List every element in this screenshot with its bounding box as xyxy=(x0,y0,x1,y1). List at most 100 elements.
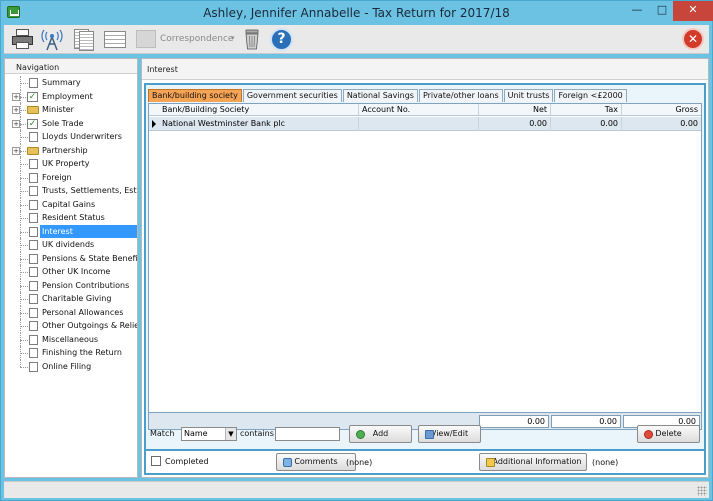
sidebar-item-label: Personal Allowances xyxy=(42,307,124,317)
sidebar-item-online-filing[interactable]: Online Filing xyxy=(5,359,137,374)
view-edit-button[interactable]: View/Edit xyxy=(418,425,481,443)
sidebar-item-label: Trusts, Settlements, Est... xyxy=(42,186,137,195)
sidebar-item-pensions-state-benefits[interactable]: Pensions & State Benefits xyxy=(5,251,137,265)
recycle-bin-icon[interactable] xyxy=(241,28,263,51)
cell-gross: 0.00 xyxy=(680,119,698,128)
sidebar-item-lloyds-underwriters[interactable]: Lloyds Underwriters xyxy=(5,130,137,144)
navigation-tree: Summary + ✓ Employment + Minister + ✓ Sole Trade… xyxy=(5,76,137,373)
sidebar-item-label: Resident Status xyxy=(42,213,105,222)
delete-button-label: Delete xyxy=(655,429,682,438)
tab-private-other-loans[interactable]: Private/other loans xyxy=(418,89,503,102)
sidebar-item-uk-property[interactable]: UK Property xyxy=(5,157,137,171)
tree-guide xyxy=(20,83,28,84)
sidebar-item-label: Miscellaneous xyxy=(42,334,99,344)
tab-foreign-2000[interactable]: Foreign <£2000 xyxy=(554,89,627,102)
sidebar-item-summary[interactable]: Summary xyxy=(5,76,137,90)
maximize-button[interactable]: □ xyxy=(650,1,674,21)
minimize-button[interactable]: — xyxy=(625,1,649,21)
completed-checkbox[interactable] xyxy=(151,456,161,466)
tab-unit-trusts[interactable]: Unit trusts xyxy=(503,89,554,102)
sidebar-item-miscellaneous[interactable]: Miscellaneous xyxy=(5,332,137,346)
add-icon xyxy=(356,430,365,439)
sidebar-item-partnership[interactable]: + Partnership xyxy=(5,143,137,157)
document-icon xyxy=(29,172,38,183)
correspondence-menu[interactable]: Correspondence ▾ xyxy=(136,28,235,51)
column-header-gross[interactable]: Gross xyxy=(622,104,701,116)
sidebar-item-label: Lloyds Underwriters xyxy=(42,132,122,141)
sidebar-item-other-outgoings-relie[interactable]: Other Outgoings & Relie... xyxy=(5,319,137,333)
tree-guide xyxy=(20,204,28,206)
forms-icon[interactable] xyxy=(74,28,96,51)
sidebar-item-label: Charitable Giving xyxy=(42,294,112,303)
tree-guide xyxy=(20,299,28,300)
check-icon: ✓ xyxy=(27,118,38,129)
sidebar-item-foreign[interactable]: Foreign xyxy=(5,170,137,184)
expand-icon[interactable]: + xyxy=(12,119,20,128)
sidebar-item-charitable-giving[interactable]: Charitable Giving xyxy=(5,292,137,306)
sidebar-item-trusts-settlements-est[interactable]: Trusts, Settlements, Est... xyxy=(5,184,137,198)
cell-tax: 0.00 xyxy=(551,117,622,131)
close-window-button[interactable]: ✕ xyxy=(673,1,713,21)
table-row[interactable]: National Westminster Bank plc 0.00 0.00 … xyxy=(149,117,701,131)
additional-information-button[interactable]: Additional Information xyxy=(479,453,587,471)
sidebar-item-pension-contributions[interactable]: Pension Contributions xyxy=(5,278,137,292)
sidebar-item-capital-gains[interactable]: Capital Gains xyxy=(5,197,137,211)
sidebar-item-personal-allowances[interactable]: Personal Allowances xyxy=(5,305,137,319)
match-field-select[interactable]: Name ▼ xyxy=(181,427,237,441)
tab-bank-building-society[interactable]: Bank/building society xyxy=(148,89,242,102)
document-icon xyxy=(29,132,38,142)
sidebar-item-sole-trade[interactable]: + ✓ Sole Trade xyxy=(5,116,137,130)
correspondence-label: Correspondence xyxy=(160,34,234,44)
tab-national-savings[interactable]: National Savings xyxy=(342,89,418,102)
sidebar-item-label: Employment xyxy=(42,91,93,101)
exit-button[interactable]: ✕ xyxy=(682,28,704,51)
document-icon xyxy=(29,240,38,250)
sidebar-item-interest[interactable]: Interest xyxy=(5,224,137,238)
expand-icon[interactable]: + xyxy=(12,92,20,101)
sidebar-item-label: Pensions & State Benefits xyxy=(42,253,137,263)
additional-information-status: (none) xyxy=(592,458,619,467)
tree-guide xyxy=(20,359,21,367)
tree-guide xyxy=(20,137,28,138)
sidebar-item-resident-status[interactable]: Resident Status xyxy=(5,211,137,225)
add-button[interactable]: Add xyxy=(349,425,412,443)
comments-button[interactable]: Comments xyxy=(276,453,356,471)
column-header-account[interactable]: Account No. xyxy=(359,104,479,116)
tree-guide xyxy=(20,312,28,314)
resize-grip-icon[interactable] xyxy=(697,486,707,496)
expand-icon[interactable]: + xyxy=(12,106,20,114)
sidebar-item-employment[interactable]: + ✓ Employment xyxy=(5,89,137,103)
sidebar-item-label: Interest xyxy=(40,224,137,238)
sidebar-item-label: Sole Trade xyxy=(42,118,84,128)
delete-button[interactable]: Delete xyxy=(637,425,700,443)
title-bar: Ashley, Jennifer Annabelle - Tax Return … xyxy=(1,1,713,25)
print-icon[interactable] xyxy=(12,28,34,51)
exit-icon: ✕ xyxy=(682,28,704,50)
tree-guide xyxy=(20,231,28,233)
column-header-bank[interactable]: Bank/Building Society xyxy=(159,104,359,116)
column-header-net[interactable]: Net xyxy=(479,104,551,116)
sidebar-item-label: Online Filing xyxy=(42,361,92,371)
sidebar-item-other-uk-income[interactable]: Other UK Income xyxy=(5,265,137,279)
document-icon xyxy=(29,186,38,196)
cell-account xyxy=(359,117,479,131)
online-filing-icon[interactable] xyxy=(41,28,63,51)
sidebar-item-uk-dividends[interactable]: UK dividends xyxy=(5,238,137,252)
document-icon xyxy=(29,307,38,318)
sidebar-item-label: Other Outgoings & Relie... xyxy=(42,321,137,330)
sidebar-item-finishing-the-return[interactable]: Finishing the Return xyxy=(5,346,137,360)
contains-input[interactable] xyxy=(275,427,340,441)
cell-bank: National Westminster Bank plc xyxy=(159,117,359,131)
tab-government-securities[interactable]: Government securities xyxy=(242,89,342,102)
sidebar-item-label: UK Property xyxy=(42,159,90,168)
tree-guide xyxy=(20,272,28,273)
sidebar-item-minister[interactable]: + Minister xyxy=(5,103,137,117)
column-header-tax[interactable]: Tax xyxy=(551,104,622,116)
match-field-value: Name xyxy=(184,429,208,438)
view-edit-button-label: View/Edit xyxy=(430,429,469,438)
schedule-icon[interactable] xyxy=(103,28,127,51)
expand-icon[interactable]: + xyxy=(12,146,20,155)
document-icon xyxy=(29,78,38,88)
help-button[interactable]: ? xyxy=(270,28,293,51)
tree-guide xyxy=(20,339,28,341)
